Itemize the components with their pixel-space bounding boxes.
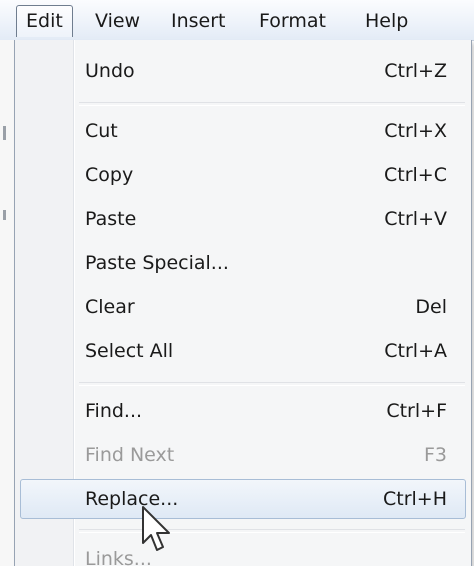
menu-insert[interactable]: Insert bbox=[162, 5, 235, 37]
document-edge bbox=[0, 40, 15, 566]
menu-view[interactable]: View bbox=[86, 5, 149, 37]
menu-item-find[interactable]: Find... Ctrl+F bbox=[20, 391, 466, 431]
menu-item-shortcut: Ctrl+F bbox=[386, 400, 447, 422]
menu-item-shortcut: Ctrl+Z bbox=[384, 60, 447, 82]
menu-separator bbox=[79, 529, 465, 533]
menu-item-label: Undo bbox=[85, 60, 135, 82]
menu-item-label: Copy bbox=[85, 164, 134, 186]
menu-item-copy[interactable]: Copy Ctrl+C bbox=[20, 155, 466, 195]
menu-item-shortcut: Del bbox=[415, 296, 447, 318]
menu-separator bbox=[79, 102, 465, 106]
mouse-pointer-icon bbox=[142, 506, 170, 551]
menu-item-label: Cut bbox=[85, 120, 118, 142]
menu-item-shortcut: F3 bbox=[423, 444, 447, 466]
menu-item-replace[interactable]: Replace... Ctrl+H bbox=[20, 479, 466, 519]
menu-item-shortcut: Ctrl+X bbox=[384, 120, 447, 142]
menu-item-shortcut: Ctrl+A bbox=[384, 340, 447, 362]
menu-item-shortcut: Ctrl+C bbox=[384, 164, 447, 186]
edit-menu-dropdown: Undo Ctrl+Z Cut Ctrl+X Copy Ctrl+C Paste… bbox=[14, 40, 472, 566]
menu-item-paste-special[interactable]: Paste Special... bbox=[20, 243, 466, 283]
menu-item-links[interactable]: Links... bbox=[20, 539, 466, 566]
menu-item-label: Paste Special... bbox=[85, 252, 229, 274]
menu-item-label: Find... bbox=[85, 400, 143, 422]
document-edge-mark bbox=[3, 126, 6, 140]
menu-format[interactable]: Format bbox=[250, 5, 335, 37]
menu-item-label: Select All bbox=[85, 340, 174, 362]
menu-separator bbox=[79, 382, 465, 386]
menu-item-undo[interactable]: Undo Ctrl+Z bbox=[20, 51, 466, 91]
menu-bar: Edit View Insert Format Help bbox=[0, 0, 474, 41]
menu-item-shortcut: Ctrl+H bbox=[382, 488, 447, 510]
menu-item-label: Paste bbox=[85, 208, 137, 230]
menu-edit[interactable]: Edit bbox=[16, 5, 73, 37]
menu-item-label: Find Next bbox=[85, 444, 175, 466]
menu-item-label: Clear bbox=[85, 296, 135, 318]
menu-item-paste[interactable]: Paste Ctrl+V bbox=[20, 199, 466, 239]
document-edge-mark bbox=[3, 210, 6, 220]
menu-item-cut[interactable]: Cut Ctrl+X bbox=[20, 111, 466, 151]
menu-item-shortcut: Ctrl+V bbox=[384, 208, 447, 230]
menu-help[interactable]: Help bbox=[356, 5, 417, 37]
app-window: Edit View Insert Format Help Undo Ctrl+Z… bbox=[0, 0, 474, 566]
menu-item-find-next[interactable]: Find Next F3 bbox=[20, 435, 466, 475]
menu-item-select-all[interactable]: Select All Ctrl+A bbox=[20, 331, 466, 371]
menu-item-clear[interactable]: Clear Del bbox=[20, 287, 466, 327]
